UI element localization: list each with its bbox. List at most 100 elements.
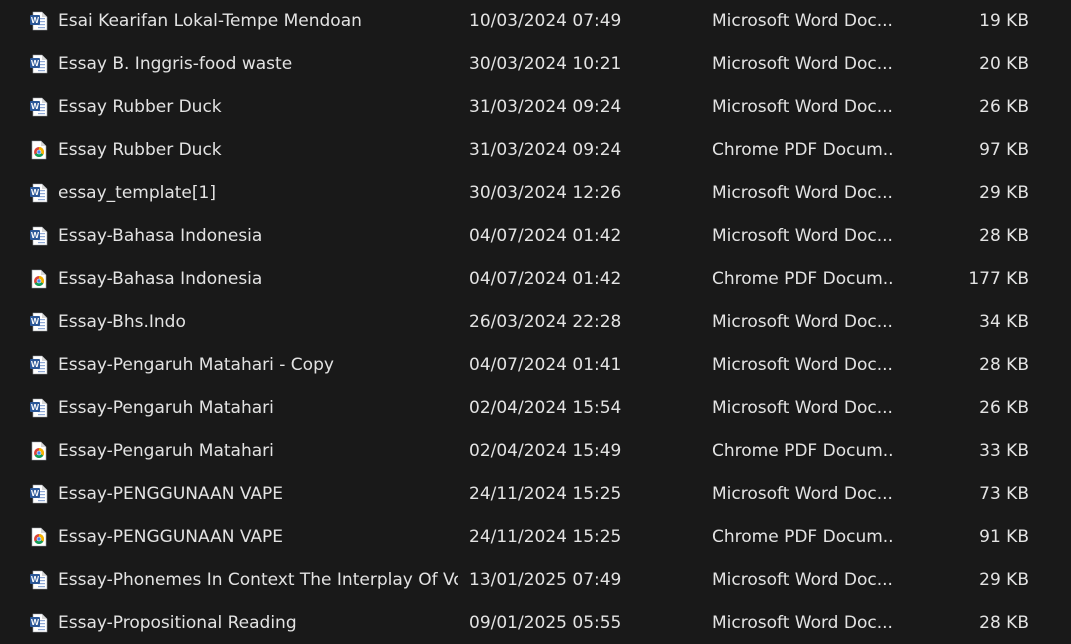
file-row[interactable]: W Esai Kearifan Lokal-Tempe Mendoan 10/03/… (0, 1, 1071, 41)
file-row[interactable]: Wessay_template[1] 30/03/2024 12:26 Micros… (0, 173, 1071, 213)
file-type: Chrome PDF Docum... (712, 140, 892, 160)
file-type: Microsoft Word Doc... (712, 54, 892, 74)
file-size: 28 KB (979, 226, 1029, 246)
file-name: Essay-Phonemes In Context The Interplay … (58, 570, 458, 590)
file-row[interactable]: Essay Rubber Duck 31/03/2024 09:24 Chrome … (0, 130, 1071, 170)
date-modified: 04/07/2024 01:42 (469, 226, 622, 246)
file-row[interactable]: W Essay-Phonemes In Context The Interplay… (0, 560, 1071, 600)
chrome-pdf-icon (29, 527, 49, 547)
file-type: Microsoft Word Doc... (712, 97, 892, 117)
svg-text:W: W (31, 359, 40, 369)
file-size: 73 KB (979, 484, 1029, 504)
file-name: Essay Rubber Duck (58, 97, 222, 117)
date-modified: 31/03/2024 09:24 (469, 140, 622, 160)
file-type: Microsoft Word Doc... (712, 183, 892, 203)
file-type: Microsoft Word Doc... (712, 613, 892, 633)
file-row[interactable]: W Essay Rubber Duck 31/03/2024 09:24 Micros… (0, 87, 1071, 127)
svg-text:W: W (31, 316, 40, 326)
date-modified: 10/03/2024 07:49 (469, 11, 622, 31)
file-row[interactable]: W Essay-Pengaruh Matahari 02/04/2024 15:54… (0, 388, 1071, 428)
file-row[interactable]: Essay-Bahasa Indonesia 04/07/2024 01:42 Ch… (0, 259, 1071, 299)
word-document-icon: W (29, 54, 49, 74)
svg-text:W: W (31, 617, 40, 627)
svg-text:W: W (31, 101, 40, 111)
file-row[interactable]: W Essay-Propositional Reading 09/01/2025 0… (0, 603, 1071, 643)
word-document-icon: W (29, 570, 49, 590)
file-name: Essay B. Inggris-food waste (58, 54, 293, 74)
file-type: Microsoft Word Doc... (712, 398, 892, 418)
word-document-icon: W (29, 613, 49, 633)
svg-text:W: W (31, 187, 40, 197)
file-row[interactable]: W Essay B. Inggris-food waste 30/03/2024 1… (0, 44, 1071, 84)
file-row[interactable]: W Essay-Bhs.Indo 26/03/2024 22:28 Microsoft… (0, 302, 1071, 342)
chrome-pdf-icon (29, 441, 49, 461)
file-size: 19 KB (979, 11, 1029, 31)
word-document-icon: W (29, 484, 49, 504)
chrome-pdf-icon (29, 269, 49, 289)
file-name: Essay-Bhs.Indo (58, 312, 186, 332)
file-name: Essay-Bahasa Indonesia (58, 269, 263, 289)
file-row[interactable]: W Essay-PENGGUNAAN VAPE 24/11/2024 15:25 Mi… (0, 474, 1071, 514)
file-size: 29 KB (979, 183, 1029, 203)
date-modified: 02/04/2024 15:54 (469, 398, 622, 418)
file-name: Essay-Pengaruh Matahari (58, 441, 274, 461)
file-name: Essay Rubber Duck (58, 140, 222, 160)
date-modified: 04/07/2024 01:41 (469, 355, 622, 375)
file-type: Microsoft Word Doc... (712, 226, 892, 246)
file-type: Chrome PDF Docum... (712, 527, 892, 547)
svg-text:W: W (31, 230, 40, 240)
file-size: 177 KB (968, 269, 1029, 289)
word-document-icon: W (29, 398, 49, 418)
date-modified: 24/11/2024 15:25 (469, 527, 622, 547)
file-name: Essay-Pengaruh Matahari - Copy (58, 355, 334, 375)
file-size: 29 KB (979, 570, 1029, 590)
chrome-pdf-icon (29, 140, 49, 160)
file-name: Essay-Pengaruh Matahari (58, 398, 274, 418)
svg-text:W: W (31, 402, 40, 412)
svg-text:W: W (31, 15, 40, 25)
svg-text:W: W (31, 488, 40, 498)
word-document-icon: W (29, 355, 49, 375)
file-size: 33 KB (979, 441, 1029, 461)
date-modified: 31/03/2024 09:24 (469, 97, 622, 117)
file-size: 26 KB (979, 398, 1029, 418)
file-name: Essay-Propositional Reading (58, 613, 297, 633)
date-modified: 09/01/2025 05:55 (469, 613, 622, 633)
date-modified: 30/03/2024 12:26 (469, 183, 622, 203)
svg-text:W: W (31, 574, 40, 584)
date-modified: 24/11/2024 15:25 (469, 484, 622, 504)
file-type: Microsoft Word Doc... (712, 355, 892, 375)
date-modified: 30/03/2024 10:21 (469, 54, 622, 74)
word-document-icon: W (29, 11, 49, 31)
file-size: 97 KB (979, 140, 1029, 160)
file-row[interactable]: Essay-Pengaruh Matahari 02/04/2024 15:49 C… (0, 431, 1071, 471)
word-document-icon: W (29, 312, 49, 332)
file-type: Chrome PDF Docum... (712, 269, 892, 289)
file-name: Essay-PENGGUNAAN VAPE (58, 484, 284, 504)
word-document-icon: W (29, 97, 49, 117)
file-type: Microsoft Word Doc... (712, 11, 892, 31)
file-size: 26 KB (979, 97, 1029, 117)
file-type: Microsoft Word Doc... (712, 484, 892, 504)
file-name: essay_template[1] (58, 183, 216, 203)
word-document-icon: W (29, 183, 49, 203)
svg-text:W: W (31, 58, 40, 68)
date-modified: 04/07/2024 01:42 (469, 269, 622, 289)
file-size: 28 KB (979, 355, 1029, 375)
file-list: W Esai Kearifan Lokal-Tempe Mendoan 10/03/… (0, 0, 1071, 644)
file-row[interactable]: W Essay-Bahasa Indonesia 04/07/2024 01:42 M… (0, 216, 1071, 256)
file-row[interactable]: W Essay-Pengaruh Matahari - Copy 04/07/202… (0, 345, 1071, 385)
file-row[interactable]: Essay-PENGGUNAAN VAPE 24/11/2024 15:25 Chr… (0, 517, 1071, 557)
file-name: Essay-PENGGUNAAN VAPE (58, 527, 284, 547)
file-type: Microsoft Word Doc... (712, 570, 892, 590)
file-name: Esai Kearifan Lokal-Tempe Mendoan (58, 11, 362, 31)
date-modified: 02/04/2024 15:49 (469, 441, 622, 461)
word-document-icon: W (29, 226, 49, 246)
date-modified: 13/01/2025 07:49 (469, 570, 622, 590)
file-type: Microsoft Word Doc... (712, 312, 892, 332)
file-name: Essay-Bahasa Indonesia (58, 226, 263, 246)
file-size: 91 KB (979, 527, 1029, 547)
file-type: Chrome PDF Docum... (712, 441, 892, 461)
file-size: 20 KB (979, 54, 1029, 74)
file-size: 28 KB (979, 613, 1029, 633)
